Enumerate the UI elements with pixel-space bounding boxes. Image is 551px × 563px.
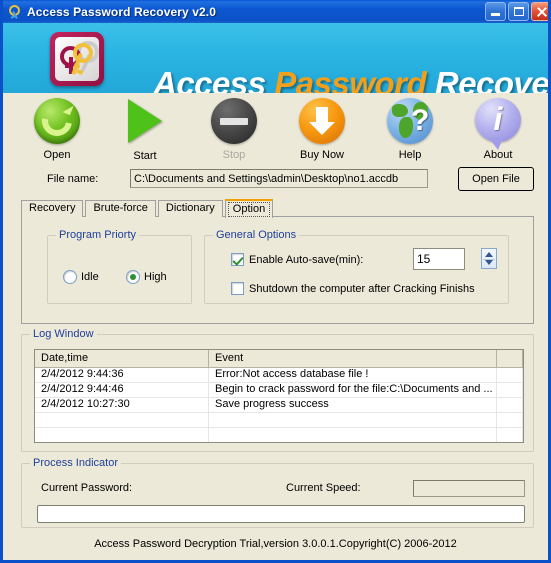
log-list[interactable]: Date,time Event 2/4/2012 9:44:36 Error:N… <box>34 349 524 443</box>
toolbar-button-help[interactable]: ? Help <box>366 97 454 161</box>
log-cell-datetime: 2/4/2012 9:44:46 <box>35 383 209 397</box>
current-speed-value <box>413 480 525 497</box>
banner-word-password: Password <box>274 65 427 93</box>
table-row[interactable]: 2/4/2012 9:44:36 Error:Not access databa… <box>35 368 523 383</box>
toolbar-label-help: Help <box>398 149 422 161</box>
autosave-minutes-spinner[interactable] <box>481 248 497 269</box>
toolbar-label-open: Open <box>43 149 71 161</box>
toolbar-button-open[interactable]: Open <box>13 97 101 161</box>
log-cell-event: Begin to crack password for the file:C:\… <box>209 383 497 397</box>
toolbar-button-buy-now[interactable]: Buy Now <box>278 97 366 161</box>
log-cell-extra <box>497 413 523 427</box>
log-column-header-extra[interactable] <box>497 350 523 367</box>
toolbar-button-stop: Stop <box>190 97 278 161</box>
tab-brute-force[interactable]: Brute-force <box>85 200 156 217</box>
toolbar-label-stop: Stop <box>222 149 246 161</box>
application-window: Access Password Recovery v2.0 Access Pas… <box>0 0 551 563</box>
window-controls <box>485 2 548 21</box>
log-cell-datetime: 2/4/2012 10:27:30 <box>35 398 209 412</box>
log-cell-datetime <box>35 428 209 442</box>
play-triangle-icon <box>121 99 170 148</box>
table-row[interactable]: 2/4/2012 10:27:30 Save progress success <box>35 398 523 413</box>
radio-priority-idle[interactable]: Idle <box>63 270 99 284</box>
log-column-header-event[interactable]: Event <box>209 350 497 367</box>
log-cell-event: Error:Not access database file ! <box>209 368 497 382</box>
access-key-logo-icon <box>50 32 104 86</box>
checkbox-enable-autosave[interactable]: Enable Auto-save(min): <box>231 253 363 266</box>
app-banner: Access Password Recovery <box>3 23 548 93</box>
log-list-header: Date,time Event <box>35 350 523 368</box>
process-indicator-title: Process Indicator <box>30 457 121 469</box>
banner-word-access: Access <box>153 65 266 93</box>
log-window-title: Log Window <box>30 328 97 340</box>
current-speed-label: Current Speed: <box>286 482 361 494</box>
table-row[interactable]: 2/4/2012 9:44:46 Begin to crack password… <box>35 383 523 398</box>
maximize-button[interactable] <box>508 2 529 21</box>
globe-question-icon: ? <box>386 98 435 147</box>
tab-dictionary[interactable]: Dictionary <box>157 200 223 217</box>
open-file-button[interactable]: Open File <box>458 167 534 191</box>
tab-label-dictionary: Dictionary <box>165 202 215 214</box>
title-bar: Access Password Recovery v2.0 <box>3 0 548 23</box>
tab-recovery[interactable]: Recovery <box>21 200 84 217</box>
spinner-down-icon[interactable] <box>485 260 493 265</box>
log-cell-extra <box>497 383 523 397</box>
main-toolbar: Open Start Stop Buy Now ? Help i About <box>3 93 548 165</box>
tab-panel-option: Program Priorty Idle High General Option… <box>21 216 534 324</box>
general-options-title: General Options <box>213 229 300 241</box>
toolbar-label-about: About <box>483 149 513 161</box>
autosave-minutes-input[interactable] <box>413 248 465 270</box>
toolbar-label-start: Start <box>133 150 157 162</box>
radio-priority-high[interactable]: High <box>126 270 167 284</box>
refresh-circle-icon <box>33 98 82 147</box>
log-cell-extra <box>497 368 523 382</box>
program-priority-group: Program Priorty Idle High <box>47 229 192 304</box>
progress-bar <box>37 505 525 523</box>
tab-label-option: Option <box>232 203 266 215</box>
checkbox-box-shutdown <box>231 282 244 295</box>
program-priority-title: Program Priorty <box>56 229 140 241</box>
tab-label-recovery: Recovery <box>29 202 76 214</box>
log-cell-event: Save progress success <box>209 398 497 412</box>
radio-label-high: High <box>144 271 167 283</box>
radio-dot-idle <box>63 270 77 284</box>
banner-word-recovery: Recovery <box>434 65 548 93</box>
window-title: Access Password Recovery v2.0 <box>27 4 217 19</box>
toolbar-button-start[interactable]: Start <box>101 97 189 162</box>
checkbox-shutdown-after-cracking[interactable]: Shutdown the computer after Cracking Fin… <box>231 282 475 295</box>
log-cell-datetime <box>35 413 209 427</box>
log-cell-datetime: 2/4/2012 9:44:36 <box>35 368 209 382</box>
checkbox-box-autosave <box>231 253 244 266</box>
checkbox-label-shutdown: Shutdown the computer after Cracking Fin… <box>249 282 475 295</box>
general-options-group: General Options Enable Auto-save(min): S… <box>204 229 509 304</box>
log-cell-extra <box>497 428 523 442</box>
key-icon <box>7 2 23 20</box>
log-cell-extra <box>497 398 523 412</box>
file-name-input[interactable] <box>130 169 428 188</box>
minimize-button[interactable] <box>485 2 506 21</box>
file-name-label: File name: <box>47 173 99 185</box>
toolbar-button-about[interactable]: i About <box>454 97 542 161</box>
status-bar: Access Password Decryption Trial,version… <box>94 538 457 550</box>
stop-minus-icon <box>210 98 259 147</box>
download-arrow-icon <box>298 98 347 147</box>
table-row[interactable] <box>35 428 523 442</box>
log-cell-event <box>209 413 497 427</box>
info-bubble-icon: i <box>474 98 523 150</box>
table-row[interactable] <box>35 413 523 428</box>
radio-dot-high <box>126 270 140 284</box>
current-password-label: Current Password: <box>41 482 133 494</box>
radio-label-idle: Idle <box>81 271 99 283</box>
tab-label-brute-force: Brute-force <box>93 202 148 214</box>
banner-title: Access Password Recovery <box>153 65 548 93</box>
close-button[interactable] <box>531 2 548 21</box>
toolbar-label-buy-now: Buy Now <box>299 149 345 161</box>
checkbox-label-autosave: Enable Auto-save(min): <box>249 253 364 266</box>
log-column-header-datetime[interactable]: Date,time <box>35 350 209 367</box>
log-cell-event <box>209 428 497 442</box>
tab-option[interactable]: Option <box>224 199 274 218</box>
spinner-up-icon[interactable] <box>485 252 493 257</box>
tab-strip: Recovery Brute-force Dictionary Option <box>21 198 275 218</box>
file-name-row: File name: Open File <box>3 167 548 195</box>
